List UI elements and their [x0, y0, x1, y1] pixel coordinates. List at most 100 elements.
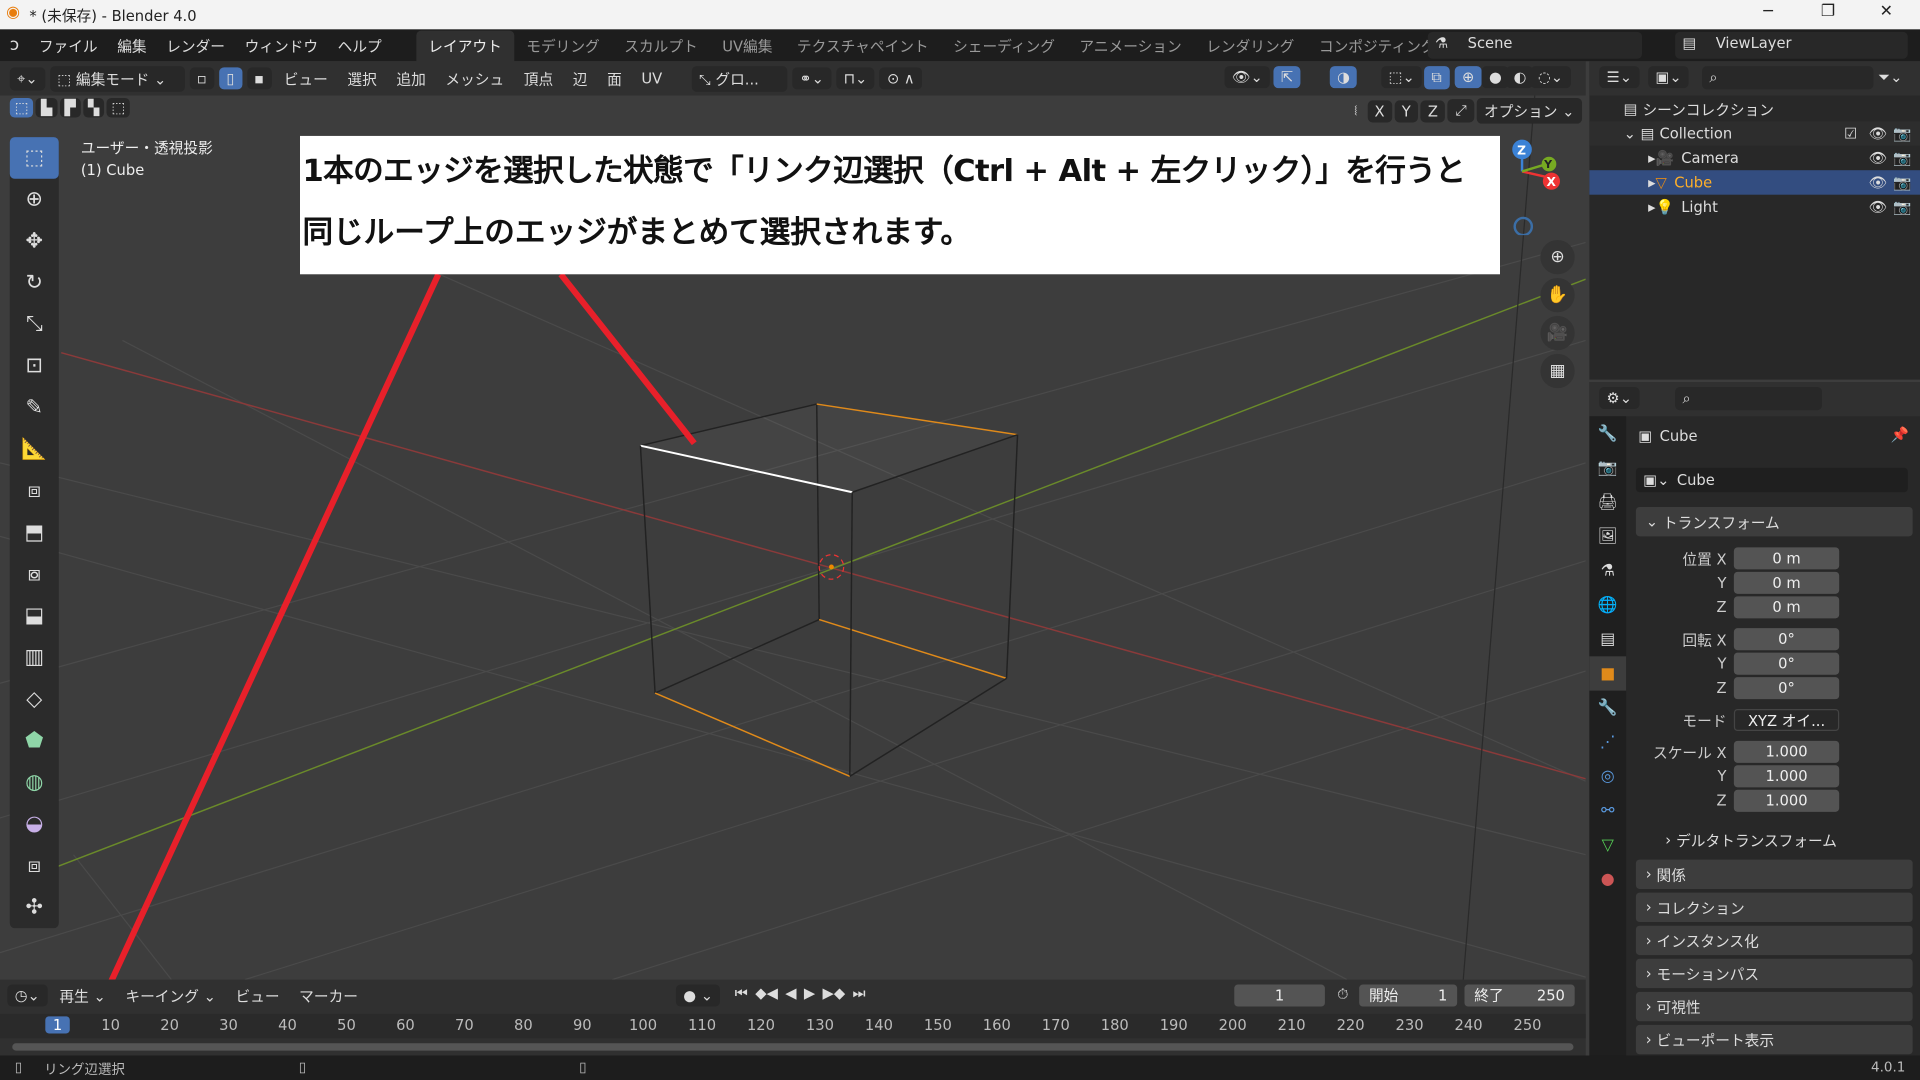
inset-tool-icon[interactable]: ⧇ [10, 553, 59, 595]
close-button[interactable]: ✕ [1880, 2, 1893, 20]
record-button[interactable]: ● ⌄ [675, 984, 721, 1007]
mirror-y[interactable]: Y [1394, 99, 1419, 122]
visibility-eye-icon[interactable]: 👁 [1869, 125, 1888, 142]
panel-instancing[interactable]: › インスタンス化 [1635, 925, 1913, 956]
render-camera-icon[interactable]: 📷 [1893, 125, 1911, 142]
panel-delta-transform[interactable]: › デルタトランスフォーム [1665, 828, 1837, 852]
menu-help[interactable]: ヘルプ [328, 35, 392, 56]
menu-select[interactable]: 選択 [340, 68, 384, 89]
loop-cut-tool-icon[interactable]: ▥ [10, 637, 59, 679]
bevel-tool-icon[interactable]: ⬓ [10, 595, 59, 637]
properties-editor-icon[interactable]: ⚙⌄ [1599, 386, 1640, 409]
next-keyframe-icon[interactable]: ▶◆ [823, 984, 846, 1002]
tab-compositing[interactable]: コンポジティング [1307, 30, 1448, 61]
jump-start-icon[interactable]: ⏮ [735, 984, 748, 1002]
menu-file[interactable]: ファイル [29, 35, 107, 56]
transform-orientation[interactable]: ⤡ グロ... [691, 65, 788, 92]
visibility-eye-icon[interactable]: 👁 [1869, 174, 1888, 191]
mirror-x[interactable]: X [1367, 99, 1392, 122]
spin-tool-icon[interactable]: ◍ [10, 762, 59, 804]
tab-sculpt[interactable]: スカルプト [612, 30, 710, 61]
extrude-tool-icon[interactable]: ⬒ [10, 512, 59, 554]
mesh-overlay-button[interactable]: ⬚⌄ [1381, 66, 1423, 89]
panel-collections[interactable]: › コレクション [1635, 892, 1913, 923]
view-layer-tab-icon[interactable]: 🖼 [1589, 519, 1626, 553]
gizmo-toggle[interactable]: ⇱ [1273, 66, 1301, 89]
cursor-tool-icon[interactable]: ⊕ [10, 179, 59, 221]
world-tab-icon[interactable]: 🌐 [1589, 588, 1626, 622]
output-tab-icon[interactable]: 🖨 [1589, 485, 1626, 519]
play-icon[interactable]: ▶ [804, 984, 815, 1002]
jump-end-icon[interactable]: ⏭ [853, 984, 866, 1002]
topology-mirror-icon[interactable]: ⤢ [1447, 99, 1475, 123]
scene-selector[interactable]: ⚗ Scene [1427, 31, 1643, 59]
material-tab-icon[interactable]: ● [1589, 862, 1626, 896]
menu-edit[interactable]: 編集 [107, 35, 156, 56]
pin-icon[interactable]: 📌 [1891, 426, 1909, 443]
timeline-editor-icon[interactable]: ◷⌄ [7, 984, 48, 1007]
scale-tool-icon[interactable]: ⤡ [10, 304, 59, 346]
vertex-select-button[interactable]: ▫ [189, 67, 215, 90]
menu-uv[interactable]: UV [634, 70, 670, 87]
menu-timeline-view[interactable]: ビュー [228, 985, 287, 1006]
menu-edge[interactable]: 辺 [565, 68, 594, 89]
edge-slide-tool-icon[interactable]: ⧈ [10, 845, 59, 887]
constraints-tab-icon[interactable]: ⚯ [1589, 793, 1626, 827]
shading-solid[interactable]: ● [1481, 66, 1510, 89]
rotate-tool-icon[interactable]: ↻ [10, 262, 59, 304]
menu-window[interactable]: ウィンドウ [235, 35, 328, 56]
overlay-toggle[interactable]: ◑ [1329, 66, 1358, 89]
end-frame-field[interactable]: 終了 250 [1464, 984, 1575, 1007]
outliner-item-cube[interactable]: ▸ ▽ Cube 👁 📷 [1589, 170, 1920, 195]
properties-search[interactable]: ⌕ [1675, 386, 1823, 411]
visibility-eye-icon[interactable]: 👁 [1869, 149, 1888, 166]
menu-face[interactable]: 面 [600, 68, 629, 89]
outliner-search[interactable]: ⌕ [1702, 66, 1874, 90]
tool-tab-icon[interactable]: 🔧 [1589, 416, 1626, 450]
stopwatch-icon[interactable]: ⏱ [1337, 986, 1348, 1004]
menu-keying[interactable]: キーイング ⌄ [118, 985, 223, 1006]
start-frame-field[interactable]: 開始 1 [1359, 984, 1458, 1007]
navigation-gizmo[interactable]: Z Y X [1500, 137, 1573, 236]
pivot-button[interactable]: ⚭⌄ [792, 67, 832, 90]
collection-tab-icon[interactable]: ▤ [1589, 622, 1626, 656]
tab-texture-paint[interactable]: テクスチャペイント [785, 30, 941, 61]
measure-tool-icon[interactable]: 📐 [10, 429, 59, 471]
mirror-z[interactable]: Z [1420, 99, 1446, 122]
minimize-button[interactable]: ─ [1763, 2, 1773, 20]
physics-tab-icon[interactable]: ◎ [1589, 759, 1626, 793]
render-tab-icon[interactable]: 📷 [1589, 451, 1626, 485]
menu-vertex[interactable]: 頂点 [516, 68, 560, 89]
visibility-button[interactable]: 👁⌄ [1224, 66, 1271, 89]
menu-add[interactable]: 追加 [389, 68, 433, 89]
menu-mesh[interactable]: メッシュ [438, 68, 511, 89]
outliner-item-camera[interactable]: ▸ 🎥 Camera 👁 📷 [1589, 146, 1920, 170]
shading-material[interactable]: ◐ [1506, 66, 1534, 89]
move-tool-icon[interactable]: ✥ [10, 220, 59, 262]
perspective-grid-icon[interactable]: ▦ [1540, 353, 1575, 389]
proportional-edit-button[interactable]: ⊙ ∧ [879, 67, 923, 90]
editor-type-button[interactable]: ⌖⌄ [9, 66, 46, 91]
panel-visibility[interactable]: › 可視性 [1635, 991, 1913, 1022]
shear-tool-icon[interactable]: ✣ [10, 887, 59, 929]
tab-animation[interactable]: アニメーション [1067, 30, 1194, 61]
outliner-item-light[interactable]: ▸ 💡 Light 👁 📷 [1589, 195, 1920, 219]
poly-build-tool-icon[interactable]: ⬟ [10, 720, 59, 762]
shading-wireframe[interactable]: ⊕ [1454, 66, 1482, 89]
select-box-tool-icon[interactable]: ⬚ [9, 137, 59, 179]
blender-menu-icon[interactable]: ↄ [0, 36, 29, 56]
select-new-icon[interactable]: ⬚ [9, 97, 34, 118]
select-invert-icon[interactable]: ▚ [83, 97, 105, 118]
render-camera-icon[interactable]: 📷 [1893, 198, 1911, 215]
tab-shading[interactable]: シェーディング [941, 30, 1067, 61]
render-camera-icon[interactable]: 📷 [1893, 149, 1911, 166]
view-layer-selector[interactable]: ▤ ViewLayer [1675, 31, 1908, 59]
prev-keyframe-icon[interactable]: ◆◀ [755, 984, 778, 1002]
xray-toggle[interactable]: ⧉ [1424, 66, 1450, 90]
filter-icon[interactable]: ⏷⌄ [1878, 69, 1902, 87]
visibility-eye-icon[interactable]: 👁 [1869, 198, 1888, 215]
object-name-field[interactable]: ▣⌄ Cube [1635, 467, 1908, 493]
display-mode-icon[interactable]: ▣⌄ [1648, 66, 1690, 89]
panel-motion-paths[interactable]: › モーションパス [1635, 958, 1913, 989]
timeline-scrollbar[interactable] [12, 1043, 1574, 1051]
